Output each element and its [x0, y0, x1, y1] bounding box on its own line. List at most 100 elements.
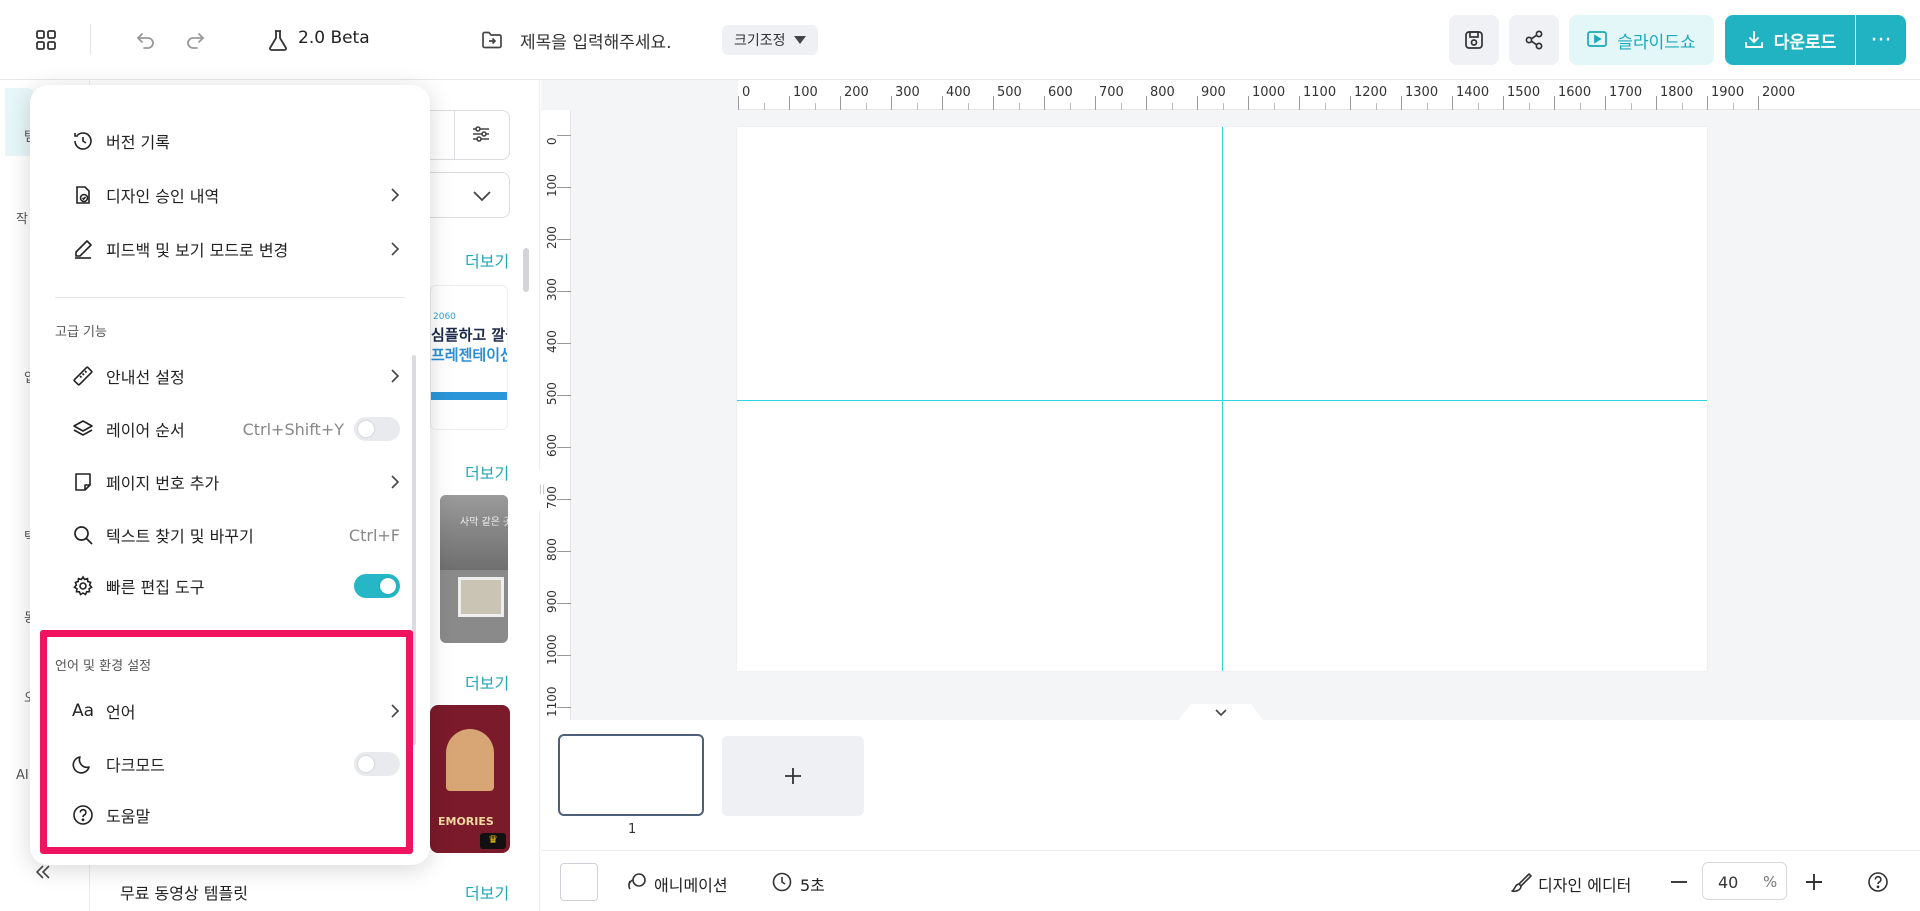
filter-icon[interactable] — [471, 124, 491, 144]
ruler-icon — [70, 363, 96, 389]
ruler-tick-label: 1000 — [545, 634, 559, 665]
ruler-tick-label: 1200 — [1354, 85, 1388, 100]
ruler-tick — [1605, 96, 1606, 110]
ruler-tick — [1044, 96, 1045, 110]
menu-item-find-replace-text[interactable]: 텍스트 찾기 및 바꾸기 Ctrl+F — [70, 519, 400, 551]
chevron-right-icon — [390, 187, 400, 203]
section-advanced-title: 고급 기능 — [55, 325, 107, 340]
page-thumbnail-1[interactable] — [558, 734, 704, 816]
more-link-3[interactable]: 더보기 — [465, 670, 509, 694]
ruler-tick — [557, 291, 571, 292]
apps-grid-icon[interactable] — [30, 24, 62, 56]
template-thumbnail-3[interactable]: EMORIES ♛ — [430, 705, 510, 853]
resize-label: 크기조정 — [734, 33, 786, 49]
menu-item-feedback-view-mode[interactable]: 피드백 및 보기 모드로 변경 — [70, 233, 400, 265]
background-color-swatch[interactable] — [560, 863, 598, 901]
menu-item-layer-order[interactable]: 레이어 순서 Ctrl+Shift+Y — [70, 413, 400, 445]
slideshow-button[interactable]: 슬라이드쇼 — [1569, 15, 1714, 65]
ruler-tick — [557, 239, 571, 240]
ruler-tick-label: 300 — [895, 85, 920, 100]
vertical-guide-line[interactable] — [1222, 127, 1223, 671]
panel-scrollbar[interactable] — [523, 248, 529, 292]
download-button[interactable]: 다운로드 — [1725, 15, 1855, 65]
brush-icon[interactable] — [1510, 871, 1532, 893]
layer-order-toggle[interactable] — [354, 417, 400, 441]
ruler-minor-tick — [1222, 103, 1224, 110]
pen-icon — [70, 236, 96, 262]
more-options-button[interactable]: ··· — [1856, 15, 1906, 65]
resize-button[interactable]: 크기조정 — [722, 25, 818, 55]
save-icon — [1463, 29, 1485, 51]
design-editor-button[interactable]: 디자인 에디터 — [1538, 872, 1631, 896]
approval-icon — [70, 182, 96, 208]
menu-item-guide-settings[interactable]: 안내선 설정 — [70, 360, 400, 392]
ruler-tick-label: 200 — [545, 226, 559, 249]
duration-button[interactable]: 5초 — [800, 872, 825, 896]
panel-resize-handle[interactable]: || — [537, 470, 547, 510]
crown-icon: ♛ — [480, 833, 506, 849]
more-link-4[interactable]: 더보기 — [465, 880, 509, 904]
undo-icon[interactable] — [130, 24, 162, 56]
ruler-tick-label: 100 — [793, 85, 818, 100]
zoom-value: 40 — [1718, 873, 1739, 892]
save-button[interactable] — [1449, 15, 1499, 65]
zoom-out-icon[interactable] — [1668, 871, 1690, 893]
template-3-title: EMORIES — [438, 815, 494, 828]
document-title-input[interactable]: 제목을 입력해주세요. — [520, 28, 672, 53]
chevron-down-icon — [472, 190, 492, 202]
ruler-tick-label: 900 — [1201, 85, 1226, 100]
template-thumbnail-2[interactable]: 사막 같은 곳 — [440, 495, 508, 643]
horizontal-guide-line[interactable] — [737, 400, 1707, 401]
quick-edit-toggle[interactable] — [354, 574, 400, 598]
rail-item-work[interactable]: 작 — [16, 208, 28, 227]
menu-divider — [55, 297, 405, 298]
version-label[interactable]: 2.0 Beta — [298, 28, 370, 48]
menu-item-version-history[interactable]: 버전 기록 — [70, 125, 400, 157]
ruler-minor-tick — [1630, 103, 1632, 110]
add-page-button[interactable] — [722, 736, 864, 816]
top-bar: 2.0 Beta 제목을 입력해주세요. 크기조정 슬라이드쇼 다운로드 ··· — [0, 0, 1920, 80]
beta-flask-icon[interactable] — [262, 24, 294, 56]
ruler-minor-tick — [1120, 103, 1122, 110]
menu-item-label: 버전 기록 — [106, 133, 170, 152]
more-link-1[interactable]: 더보기 — [465, 248, 509, 272]
ruler-minor-tick — [1375, 103, 1377, 110]
ruler-tick — [557, 395, 571, 396]
ruler-tick-label: 800 — [545, 538, 559, 561]
collapse-panel-icon[interactable] — [33, 862, 53, 882]
ruler-tick-label: 0 — [742, 85, 751, 100]
ruler-tick-label: 1400 — [1456, 85, 1490, 100]
zoom-in-icon[interactable] — [1803, 871, 1825, 893]
ruler-minor-tick — [1477, 103, 1479, 110]
vertical-ruler — [541, 110, 571, 720]
help-circle-icon[interactable] — [1867, 871, 1889, 893]
more-link-2[interactable]: 더보기 — [465, 460, 509, 484]
animation-button[interactable]: 애니메이션 — [654, 872, 728, 896]
share-button[interactable] — [1509, 15, 1559, 65]
ruler-tick — [840, 96, 841, 110]
ruler-tick — [993, 96, 994, 110]
collapse-page-strip-button[interactable] — [1177, 702, 1265, 722]
menu-item-quick-edit-tools[interactable]: 빠른 편집 도구 — [70, 570, 400, 602]
folder-move-icon[interactable] — [476, 24, 508, 56]
template-thumbnail-1[interactable]: 2060 심플하고 깔끔 프레젠테이션 — [430, 285, 508, 430]
language-settings-highlight — [40, 630, 413, 854]
ruler-tick — [557, 135, 571, 136]
ruler-tick-label: 600 — [545, 434, 559, 457]
menu-item-add-page-number[interactable]: 페이지 번호 추가 — [70, 466, 400, 498]
ruler-tick — [557, 655, 571, 656]
ruler-minor-tick — [1171, 103, 1173, 110]
timer-icon[interactable] — [771, 871, 793, 893]
redo-icon[interactable] — [179, 24, 211, 56]
menu-item-design-approval[interactable]: 디자인 승인 내역 — [70, 179, 400, 211]
ruler-tick — [1758, 96, 1759, 110]
layers-icon — [70, 416, 96, 442]
ruler-tick-label: 1700 — [1609, 85, 1643, 100]
page-number-icon — [70, 469, 96, 495]
ruler-tick-label: 100 — [545, 174, 559, 197]
ruler-minor-tick — [1732, 103, 1734, 110]
animation-icon[interactable] — [626, 871, 648, 893]
ruler-tick — [1503, 96, 1504, 110]
ruler-minor-tick — [814, 103, 816, 110]
rail-item-ai[interactable]: AI — [16, 768, 29, 783]
